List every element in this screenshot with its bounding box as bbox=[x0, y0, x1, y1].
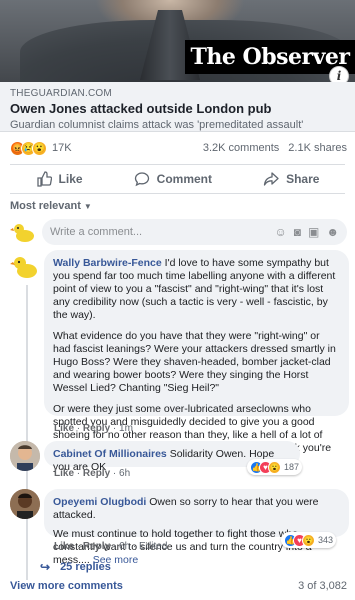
caret-down-icon: ▼ bbox=[83, 201, 92, 211]
article-image[interactable]: The Observer bbox=[0, 0, 355, 82]
comments-page-count: 3 of 3,082 bbox=[298, 580, 347, 592]
comment-author[interactable]: Cabinet Of Millionaires bbox=[53, 448, 167, 460]
wow-reaction-icon: 😮 bbox=[268, 460, 281, 474]
comment-time[interactable]: 6h bbox=[119, 541, 130, 552]
reaction-count: 343 bbox=[318, 535, 334, 545]
comment-time[interactable]: 6h bbox=[119, 468, 130, 479]
share-arrow-icon bbox=[263, 172, 279, 186]
comment-avatar[interactable] bbox=[10, 441, 40, 471]
comment-avatar[interactable] bbox=[10, 489, 40, 519]
comment-author[interactable]: Opeyemi Olugbodi bbox=[53, 496, 146, 508]
wow-reaction-icon: 😮 bbox=[302, 533, 315, 547]
comment-count[interactable]: 3.2K comments bbox=[203, 142, 279, 154]
like-label: Like bbox=[58, 172, 83, 186]
composer-tools: ☺ ◙ ▣ ☻ bbox=[275, 225, 340, 239]
person-avatar-icon bbox=[10, 489, 40, 519]
comment-reply-button[interactable]: Reply bbox=[83, 423, 110, 434]
person-avatar-icon bbox=[10, 441, 40, 471]
sort-label: Most relevant bbox=[10, 200, 81, 212]
comment-composer: Write a comment... ☺ ◙ ▣ ☻ bbox=[10, 218, 347, 246]
comment-author[interactable]: Wally Barbwire-Fence bbox=[53, 257, 162, 269]
replies-count: 25 replies bbox=[60, 561, 111, 573]
own-avatar[interactable] bbox=[10, 219, 36, 245]
post-actions: Like Comment Share bbox=[10, 164, 345, 194]
view-more-comments-link[interactable]: View more comments bbox=[10, 580, 123, 592]
thumbs-up-icon bbox=[36, 171, 52, 187]
comment-reactions[interactable]: 👍 ♥ 😮 187 bbox=[247, 459, 303, 475]
wow-reaction-icon: 😮 bbox=[32, 140, 47, 156]
comment-meta: Like · Reply · 6h bbox=[54, 468, 131, 479]
reaction-count[interactable]: 17K bbox=[52, 142, 72, 154]
like-button[interactable]: Like bbox=[36, 171, 83, 187]
speech-bubble-icon bbox=[134, 172, 149, 187]
comment-like-button[interactable]: Like bbox=[54, 468, 74, 479]
comment-edited[interactable]: Edited bbox=[139, 541, 167, 552]
comment-placeholder: Write a comment... bbox=[50, 226, 143, 238]
publisher-logo: The Observer bbox=[185, 40, 355, 74]
comment-meta: Like · Reply · 1m bbox=[54, 423, 133, 434]
comment-button[interactable]: Comment bbox=[134, 171, 212, 187]
comment-bubble: Opeyemi Olugbodi Owen so sorry to hear t… bbox=[44, 489, 349, 566]
link-domain: THEGUARDIAN.COM bbox=[10, 88, 112, 99]
link-subhead: Guardian columnist claims attack was 'pr… bbox=[10, 119, 304, 131]
comment-bubble: Wally Barbwire-Fence I'd love to have so… bbox=[44, 250, 349, 467]
link-preview[interactable]: THEGUARDIAN.COM Owen Jones attacked outs… bbox=[0, 82, 355, 132]
comments-footer: View more comments 3 of 3,082 bbox=[10, 580, 347, 592]
comment-time[interactable]: 1m bbox=[119, 423, 133, 434]
share-count[interactable]: 2.1K shares bbox=[288, 142, 347, 154]
publisher-logo-text: The Observer bbox=[190, 44, 350, 70]
reply-arrow-icon: ↪ bbox=[40, 560, 51, 574]
reaction-icons[interactable]: 😡 😢 😮 bbox=[10, 140, 47, 156]
thread-line bbox=[26, 285, 28, 580]
comment-reply-button[interactable]: Reply bbox=[83, 468, 110, 479]
sticker-icon[interactable]: ☻ bbox=[326, 225, 339, 239]
duck-avatar-icon bbox=[10, 219, 36, 245]
comment-meta: Like · Reply · 6h · Edited bbox=[54, 541, 168, 552]
comment-reply-button[interactable]: Reply bbox=[83, 541, 110, 552]
camera-icon[interactable]: ◙ bbox=[294, 225, 301, 239]
gif-icon[interactable]: ▣ bbox=[308, 225, 319, 239]
reaction-count: 187 bbox=[284, 462, 300, 472]
post-stats: 😡 😢 😮 17K 3.2K comments 2.1K shares bbox=[10, 140, 347, 156]
comment-label: Comment bbox=[156, 172, 212, 186]
share-label: Share bbox=[286, 172, 320, 186]
emoji-icon[interactable]: ☺ bbox=[275, 225, 287, 239]
comment-like-button[interactable]: Like bbox=[54, 541, 74, 552]
sort-dropdown[interactable]: Most relevant ▼ bbox=[10, 200, 92, 212]
comment-text: What evidence do you have that they were… bbox=[53, 330, 336, 394]
duck-avatar-icon bbox=[10, 252, 40, 282]
share-button[interactable]: Share bbox=[263, 171, 319, 187]
comment-reactions[interactable]: 👍 ♥ 😮 343 bbox=[281, 532, 337, 548]
view-replies-link[interactable]: ↪ 25 replies bbox=[40, 560, 111, 574]
comment-avatar[interactable] bbox=[10, 252, 40, 282]
link-headline[interactable]: Owen Jones attacked outside London pub bbox=[10, 101, 345, 116]
comment-input[interactable]: Write a comment... ☺ ◙ ▣ ☻ bbox=[42, 219, 347, 245]
comment-like-button[interactable]: Like bbox=[54, 423, 74, 434]
